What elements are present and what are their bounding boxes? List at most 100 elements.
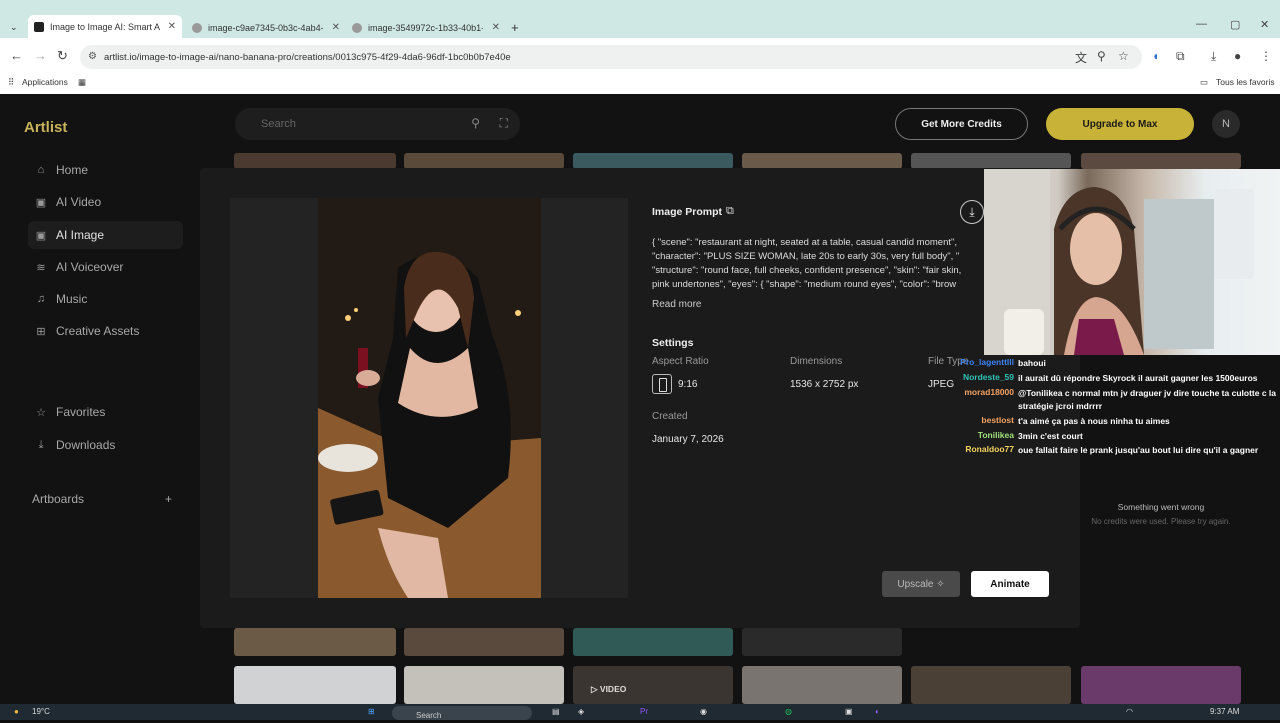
sidebar-item-ai-image[interactable]: ▣ AI Image: [28, 221, 183, 249]
add-icon[interactable]: +: [165, 492, 172, 506]
taskbar-search-label: Search: [416, 711, 442, 720]
forward-icon[interactable]: →: [34, 48, 47, 63]
close-window-icon[interactable]: ✕: [1260, 18, 1269, 31]
sidebar-item-label: AI Image: [56, 228, 105, 242]
aspect-ratio-label: Aspect Ratio: [652, 356, 709, 367]
spotify-icon[interactable]: ◍: [785, 707, 792, 716]
address-bar[interactable]: ⚙ artlist.io/image-to-image-ai/nano-bana…: [80, 45, 1142, 69]
star-icon: ☆: [36, 406, 46, 419]
music-icon: ♫: [36, 293, 46, 305]
sidebar-item-ai-voiceover[interactable]: ≋ AI Voiceover: [28, 253, 183, 281]
download-icon[interactable]: ⤓: [960, 200, 984, 224]
upscale-button[interactable]: Upscale ✧: [882, 571, 960, 597]
tab-title: Image to Image AI: Smart AI Im: [50, 21, 160, 32]
site-info-icon[interactable]: ⚙: [88, 51, 97, 62]
dimensions-value: 1536 x 2752 px: [790, 379, 859, 390]
translate-icon[interactable]: 文: [1075, 49, 1087, 66]
sidebar-item-label: AI Video: [56, 195, 102, 209]
chrome-icon[interactable]: ◉: [700, 707, 707, 716]
image-search-icon[interactable]: ⛶: [500, 116, 508, 131]
tab-list-button[interactable]: ⌄: [4, 17, 22, 38]
gallery-thumbnail-video[interactable]: ▷ VIDEO: [573, 666, 733, 704]
gallery-thumbnail[interactable]: [404, 666, 564, 704]
clock[interactable]: 9:37 AM: [1210, 707, 1239, 716]
sidebar-item-label: Home: [56, 163, 89, 177]
gallery-thumbnail[interactable]: [742, 666, 902, 704]
app-icon[interactable]: ▤: [552, 707, 560, 716]
extension-wave-icon[interactable]: ◖: [1152, 49, 1159, 63]
gallery-thumbnail[interactable]: [404, 628, 564, 656]
artlist-logo[interactable]: Artlist: [24, 119, 67, 136]
sidebar-item-music[interactable]: ♫ Music: [28, 285, 183, 313]
webcam-illustration: [984, 169, 1254, 355]
downloads-icon[interactable]: ⤓: [1211, 49, 1216, 64]
new-tab-button[interactable]: +: [505, 17, 521, 38]
animate-button[interactable]: Animate: [971, 571, 1049, 597]
gallery-thumbnail[interactable]: [234, 666, 396, 704]
sidebar-item-downloads[interactable]: ⤓ Downloads: [28, 431, 183, 459]
browser-nav-bar: ← → ↻ ⚙ artlist.io/image-to-image-ai/nan…: [0, 38, 1280, 74]
close-icon[interactable]: ✕: [168, 21, 176, 32]
search-icon[interactable]: ⚲: [471, 116, 480, 130]
gallery-thumbnail[interactable]: [404, 153, 564, 169]
tab-artlist[interactable]: Image to Image AI: Smart AI Im ✕: [28, 15, 182, 38]
sidebar-item-ai-video[interactable]: ▣ AI Video: [28, 188, 183, 216]
avatar[interactable]: N: [1212, 110, 1240, 138]
tab-image-1[interactable]: image-c9ae7345-0b3c-4ab4-a7 ✕: [186, 17, 346, 38]
sidebar-item-favorites[interactable]: ☆ Favorites: [28, 398, 183, 426]
wifi-icon[interactable]: ◠: [1126, 707, 1133, 716]
profile-avatar[interactable]: ●: [1234, 49, 1241, 63]
gallery-thumbnail[interactable]: [234, 628, 396, 656]
globe-icon: [352, 22, 362, 33]
gallery-thumbnail[interactable]: [573, 153, 733, 169]
tab-groups-icon[interactable]: ▦: [78, 77, 86, 88]
app-icon[interactable]: ◈: [578, 707, 584, 716]
gallery-thumbnail[interactable]: [742, 153, 902, 169]
search-input[interactable]: Search ⚲ ⛶: [235, 108, 520, 140]
restore-icon[interactable]: ▢: [1230, 18, 1240, 31]
chat-text: bahoui: [1018, 358, 1046, 368]
gallery-thumbnail[interactable]: [573, 628, 733, 656]
bookmark-star-icon[interactable]: ☆: [1118, 49, 1129, 63]
file-type-value: JPEG: [928, 379, 955, 390]
sidebar-item-creative-assets[interactable]: ⊞ Creative Assets: [28, 317, 183, 345]
windows-start-icon[interactable]: ⊞: [368, 707, 375, 716]
bookmark-applications[interactable]: Applications: [22, 77, 68, 87]
minimize-icon[interactable]: —: [1196, 18, 1207, 30]
gallery-thumbnail[interactable]: [1081, 666, 1241, 704]
zoom-icon[interactable]: ⚲: [1097, 49, 1106, 63]
extensions-icon[interactable]: ⧉: [1176, 49, 1185, 64]
chevron-down-icon: ⌄: [10, 22, 18, 32]
gallery-thumbnail[interactable]: [911, 666, 1071, 704]
bookmark-all[interactable]: Tous les favoris: [1216, 77, 1275, 87]
app-icon[interactable]: ▣: [845, 707, 853, 716]
weather-temp[interactable]: 19°C: [32, 707, 50, 716]
sidebar-item-label: AI Voiceover: [56, 260, 124, 274]
sidebar-item-label: Downloads: [56, 438, 116, 452]
copy-icon[interactable]: ⧉: [726, 205, 734, 218]
taskbar-search[interactable]: Search: [392, 706, 532, 720]
artboards-section[interactable]: Artboards +: [32, 492, 172, 506]
back-icon[interactable]: ←: [10, 48, 23, 63]
discord-icon[interactable]: ◐: [875, 707, 880, 716]
tab-title: image-c9ae7345-0b3c-4ab4-a7: [208, 22, 323, 33]
menu-icon[interactable]: ⋮: [1260, 49, 1272, 63]
upgrade-to-max-button[interactable]: Upgrade to Max: [1046, 108, 1194, 140]
read-more-link[interactable]: Read more: [652, 299, 701, 310]
get-more-credits-button[interactable]: Get More Credits: [895, 108, 1028, 140]
gallery-thumbnail[interactable]: [911, 153, 1071, 169]
apps-grid-icon[interactable]: ⠿: [8, 77, 14, 88]
folder-icon: ▭: [1200, 77, 1209, 87]
gallery-thumbnail[interactable]: [742, 628, 902, 656]
download-icon: ⤓: [38, 438, 44, 451]
reload-icon[interactable]: ↻: [57, 48, 68, 64]
close-icon[interactable]: ✕: [332, 22, 340, 33]
tab-image-2[interactable]: image-3549972c-1b33-40b1-a ✕: [346, 17, 506, 38]
sidebar-item-home[interactable]: ⌂ Home: [28, 156, 183, 184]
weather-icon: ●: [14, 707, 19, 716]
premiere-icon[interactable]: Pr: [640, 707, 648, 716]
gallery-thumbnail[interactable]: [1081, 153, 1241, 169]
close-icon[interactable]: ✕: [492, 22, 500, 33]
gallery-thumbnail[interactable]: [234, 153, 396, 169]
generated-image[interactable]: [318, 198, 541, 598]
